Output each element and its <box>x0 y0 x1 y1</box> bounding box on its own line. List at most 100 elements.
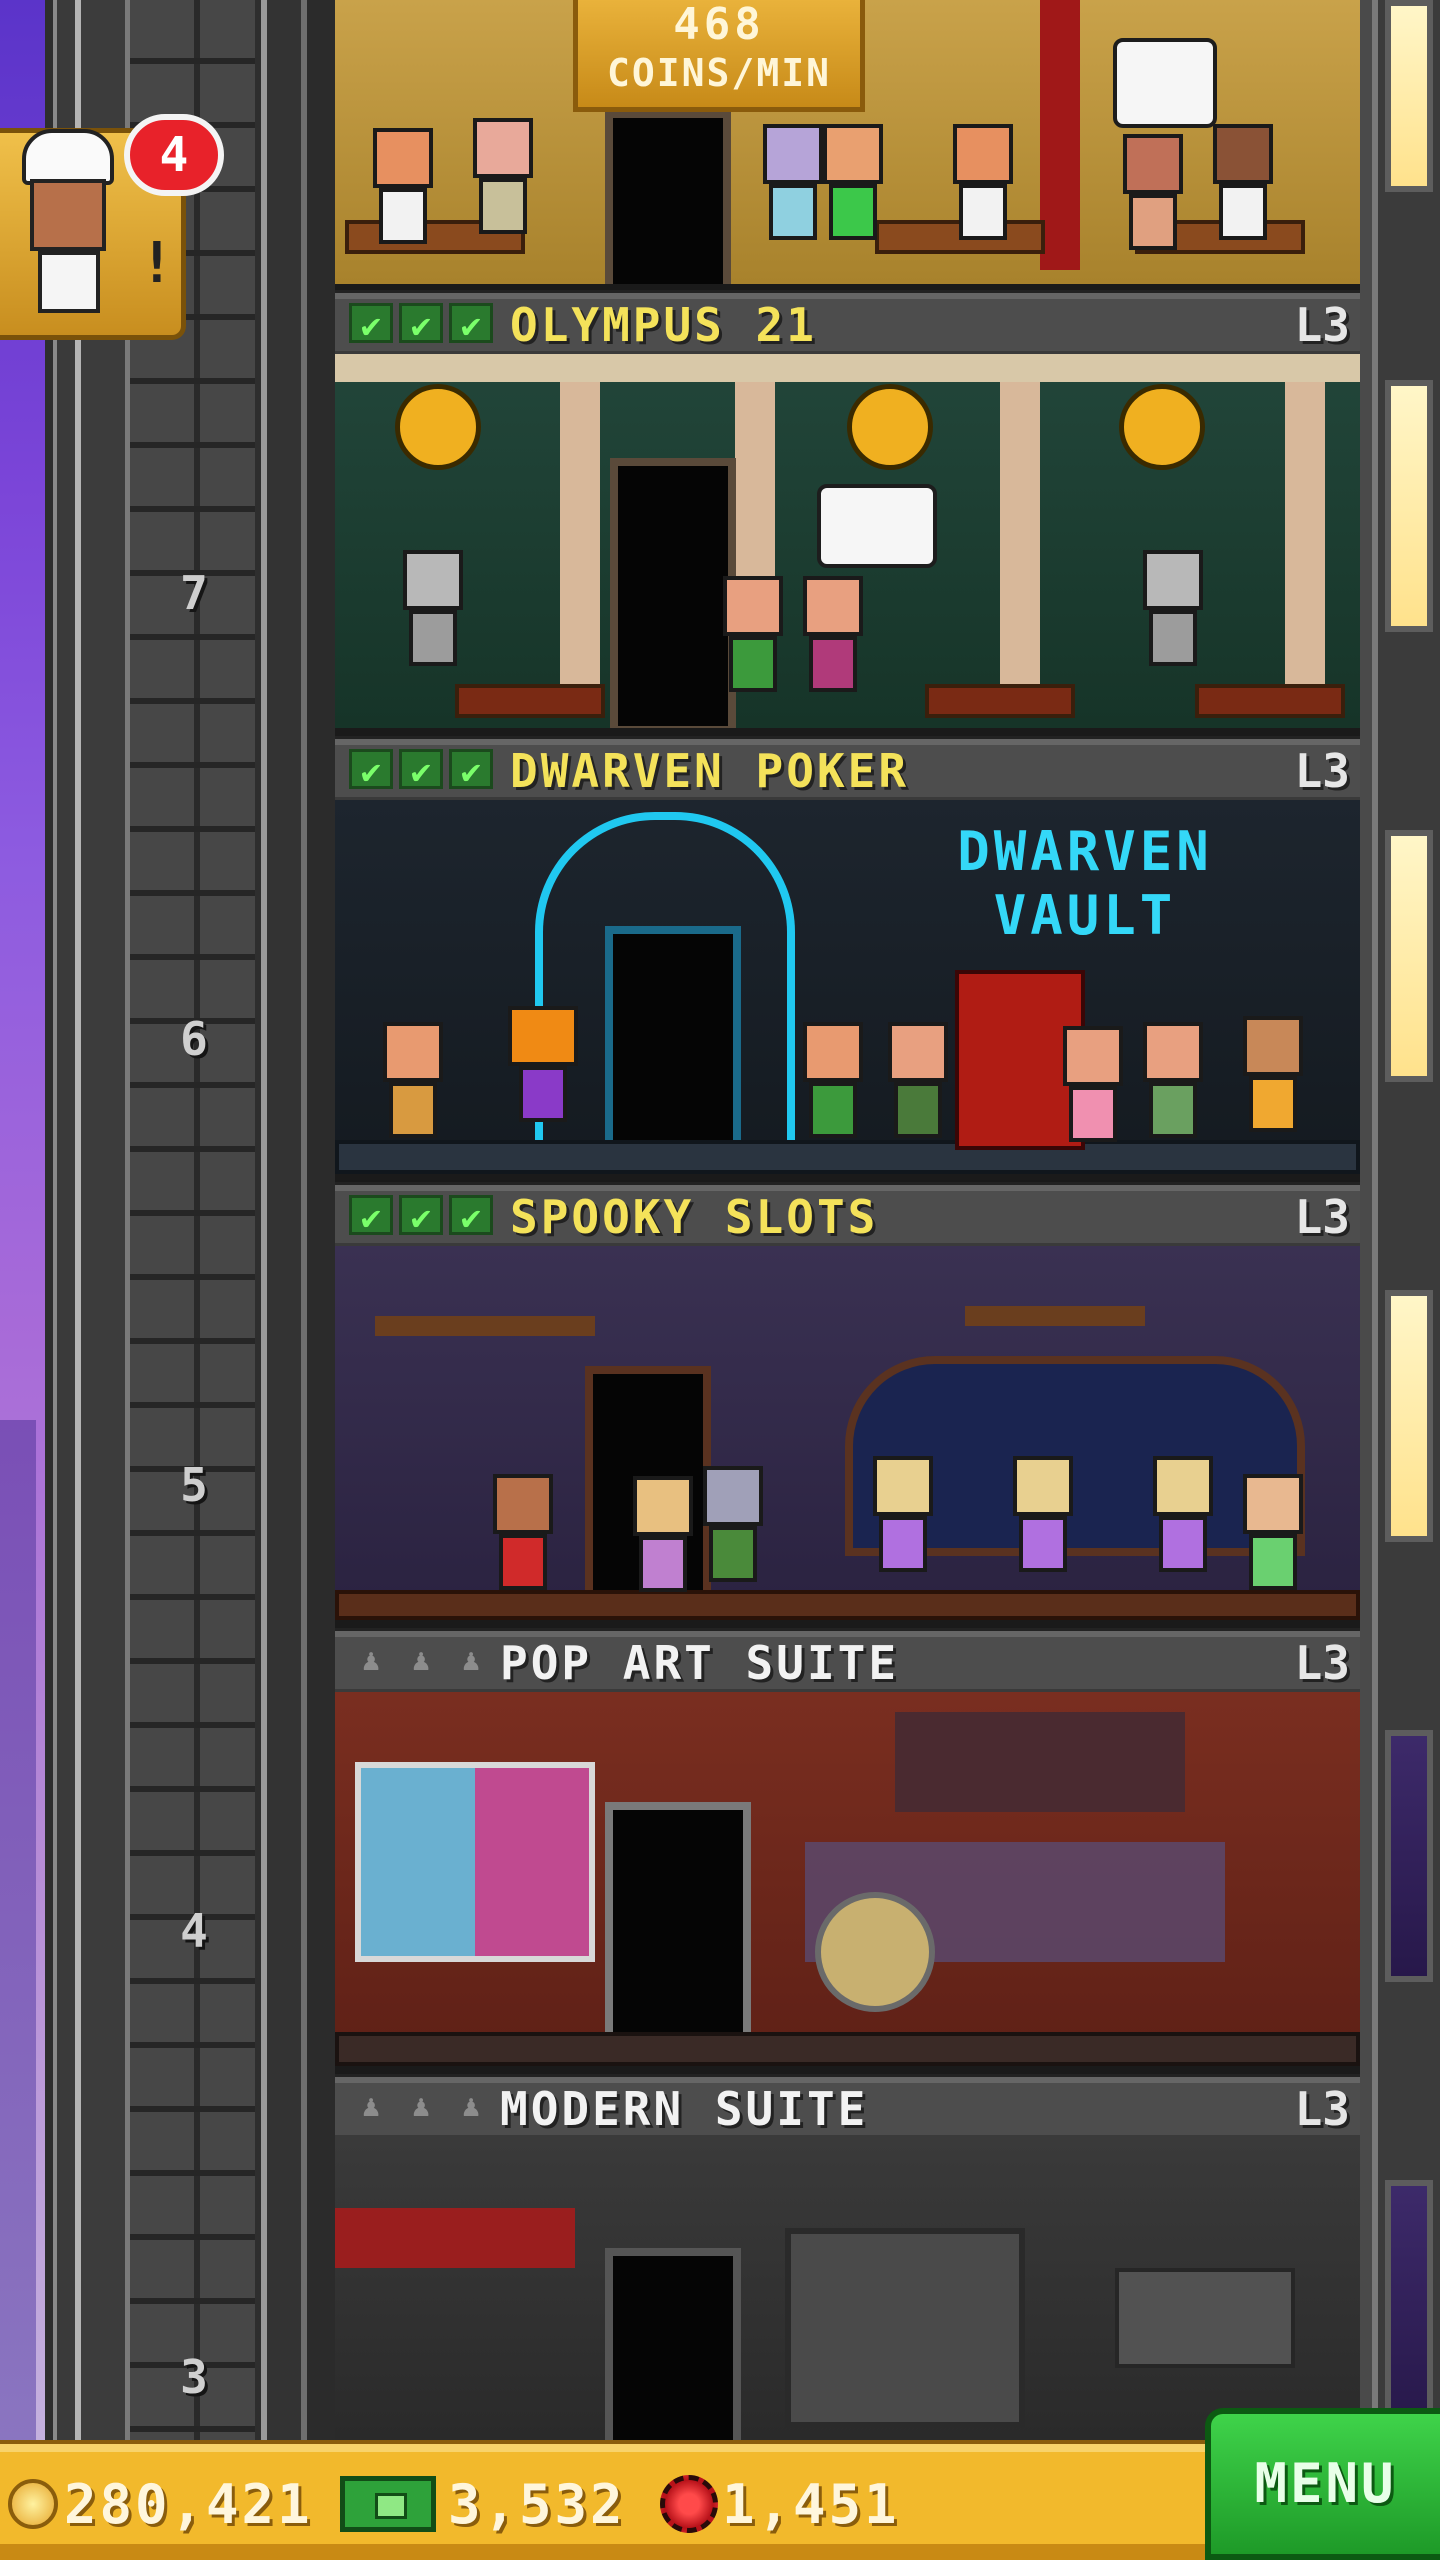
stocked-check-icon: ✔ <box>349 749 393 792</box>
marble-column <box>1000 382 1040 692</box>
chef-uniform <box>38 251 100 313</box>
window-dark <box>1385 2180 1433 2432</box>
room-door <box>605 2248 741 2440</box>
bux-display[interactable]: 3,532 <box>340 2466 626 2542</box>
egg-chair <box>815 1892 935 2012</box>
diner-character[interactable] <box>365 128 441 248</box>
floor-olympus-21-room[interactable] <box>335 354 1360 728</box>
floor-name: OLYMPUS 21 <box>510 298 817 352</box>
coins-display[interactable]: 280,421 <box>8 2466 313 2542</box>
dwarf-character[interactable] <box>375 1022 451 1142</box>
floor-number-7: 7 <box>180 566 208 620</box>
chips-value: 1,451 <box>722 2472 900 2536</box>
floor-number-4: 4 <box>180 1904 208 1958</box>
floor-level: L3 <box>1294 2082 1350 2136</box>
dwarf-character[interactable] <box>795 1022 871 1142</box>
empty-resident-icon: ♟ <box>411 2089 431 2124</box>
floor-name: POP ART SUITE <box>500 1636 900 1690</box>
window-lit <box>1385 830 1433 1082</box>
card-suit-emblem <box>1119 384 1205 470</box>
diner-character[interactable] <box>465 118 541 238</box>
speech-bubble[interactable] <box>1113 38 1217 128</box>
coins-per-minute-banner: 468 COINS/MIN <box>573 0 865 112</box>
zombie-character[interactable] <box>695 1466 771 1586</box>
floor-modern-suite-room[interactable] <box>335 2138 1360 2440</box>
window-dark <box>1385 1730 1433 1982</box>
guest-character[interactable] <box>625 1476 701 1596</box>
floor-level: L3 <box>1294 1190 1350 1244</box>
guest-character[interactable] <box>1135 1022 1211 1142</box>
guest-character[interactable] <box>1055 1026 1131 1146</box>
diner-character[interactable] <box>945 124 1021 244</box>
room-door <box>605 110 731 284</box>
floor-number-5: 5 <box>180 1458 208 1512</box>
floor-label-olympus-21[interactable]: ✔ ✔ ✔ OLYMPUS 21 L3 <box>335 290 1360 354</box>
slot-machine[interactable] <box>865 1456 955 1576</box>
stock-indicators: ✔ ✔ ✔ <box>349 749 493 792</box>
statue-dealer[interactable] <box>395 550 471 670</box>
guest-character[interactable] <box>795 576 871 696</box>
bellhop-character[interactable] <box>485 1474 561 1594</box>
pumpkin-character[interactable] <box>505 1006 581 1126</box>
floor-number-6: 6 <box>180 1012 208 1066</box>
tower-bux-icon <box>340 2476 436 2532</box>
floor-number-3: 3 <box>180 2350 208 2404</box>
background-building <box>0 1420 36 2440</box>
dwarf-character[interactable] <box>1235 1016 1311 1136</box>
floor-boards <box>335 1590 1360 1620</box>
floor-spooky-slots-room[interactable] <box>335 1246 1360 1620</box>
diner-character[interactable] <box>1115 134 1191 254</box>
empty-resident-icon: ♟ <box>461 1643 481 1678</box>
stock-indicators: ✔ ✔ ✔ <box>349 303 493 346</box>
menu-button[interactable]: MENU <box>1205 2408 1440 2560</box>
statue-dealer[interactable] <box>1135 550 1211 670</box>
floor-dwarven-poker-room[interactable]: DWARVEN VAULT <box>335 800 1360 1174</box>
window-lit <box>1385 380 1433 632</box>
floor-label-spooky-slots[interactable]: ✔ ✔ ✔ SPOOKY SLOTS L3 <box>335 1182 1360 1246</box>
fireplace <box>785 2228 1025 2428</box>
slot-machine[interactable] <box>1005 1456 1095 1576</box>
window-lit <box>1385 1290 1433 1542</box>
chips-display[interactable]: 1,451 <box>660 2466 900 2542</box>
tower-exterior-wall <box>1360 0 1440 2440</box>
notification-count-badge[interactable]: 4 <box>124 114 224 196</box>
floor-label-pop-art-suite[interactable]: ♟ ♟ ♟ POP ART SUITE L3 <box>335 1628 1360 1692</box>
room-door <box>605 1802 751 2066</box>
slot-machine[interactable] <box>1145 1456 1235 1576</box>
floor-label-dwarven-poker[interactable]: ✔ ✔ ✔ DWARVEN POKER L3 <box>335 736 1360 800</box>
shaft-rail-right <box>255 0 335 2440</box>
shaft-rail-left <box>45 0 130 2440</box>
guest-character[interactable] <box>1235 1474 1311 1594</box>
red-pillar <box>1040 0 1080 270</box>
coins-per-min-value: 468 <box>673 0 765 50</box>
floor-name: SPOOKY SLOTS <box>510 1190 879 1244</box>
floor-level: L3 <box>1294 298 1350 352</box>
occupancy-indicators: ♟ ♟ ♟ <box>349 2087 493 2127</box>
stock-indicators: ✔ ✔ ✔ <box>349 1195 493 1238</box>
floor-name: DWARVEN POKER <box>510 744 910 798</box>
diner-character[interactable] <box>1205 124 1281 244</box>
empty-resident-icon: ♟ <box>461 2089 481 2124</box>
empty-resident-icon: ♟ <box>361 1643 381 1678</box>
window-lit <box>1385 0 1433 192</box>
speech-bubble[interactable] <box>817 484 937 568</box>
guest-character[interactable] <box>715 576 791 696</box>
marble-column <box>560 382 600 692</box>
floor-level: L3 <box>1294 744 1350 798</box>
coins-value: 280,421 <box>64 2472 313 2536</box>
floor-pop-art-suite-room[interactable] <box>335 1692 1360 2066</box>
card-suit-emblem <box>847 384 933 470</box>
empty-resident-icon: ♟ <box>411 1643 431 1678</box>
elevator-shaft[interactable] <box>130 0 270 2440</box>
hanging-lamp-art <box>895 1712 1185 1812</box>
stocked-check-icon: ✔ <box>449 749 493 792</box>
candle-chandelier <box>375 1316 595 1336</box>
occupancy-indicators: ♟ ♟ ♟ <box>349 1641 493 1681</box>
diner-character[interactable] <box>815 124 891 244</box>
empty-resident-icon: ♟ <box>361 2089 381 2124</box>
bookshelf <box>1115 2268 1295 2368</box>
guest-character[interactable] <box>880 1022 956 1142</box>
floor-label-modern-suite[interactable]: ♟ ♟ ♟ MODERN SUITE L3 <box>335 2074 1360 2138</box>
coin-icon <box>8 2479 58 2529</box>
stocked-check-icon: ✔ <box>399 749 443 792</box>
